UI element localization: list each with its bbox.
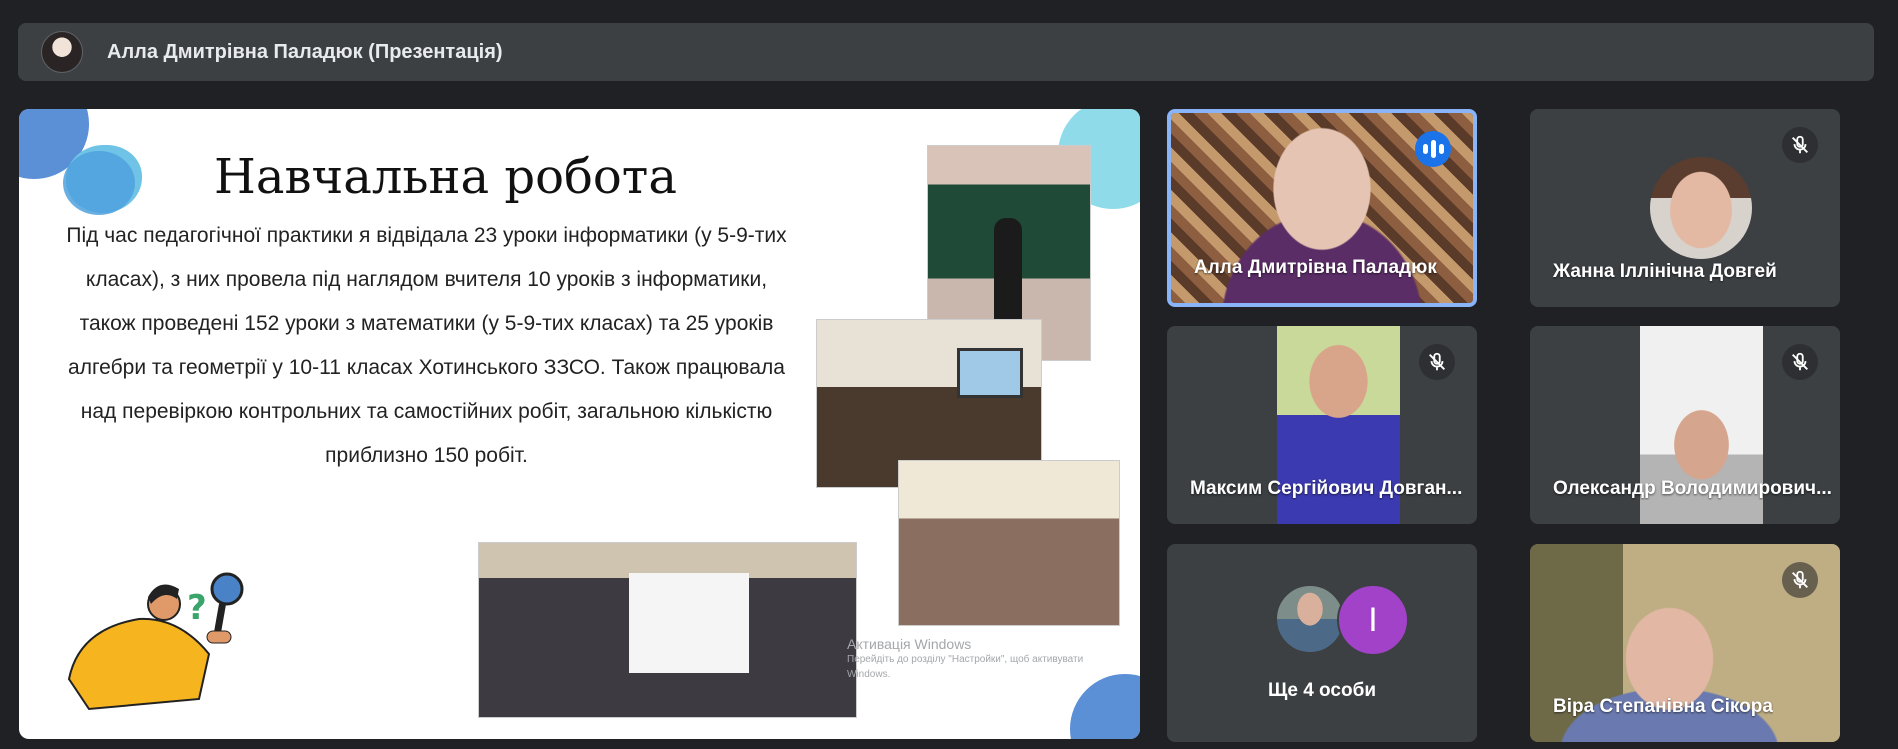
photo-students-raising-hands [898,460,1120,626]
presenter-avatar [41,31,83,73]
photo-class-hands-up [478,542,857,718]
presentation-slide: Навчальна робота Під час педагогічної пр… [19,109,1140,739]
mic-off-icon [1782,344,1818,380]
activation-subtitle: Перейдіть до розділу "Настройки", щоб ак… [847,654,1084,680]
windows-activation-watermark: Активація Windows Перейдіть до розділу "… [847,637,1097,682]
initial-avatar: I [1337,584,1409,656]
mic-off-icon [1782,562,1818,598]
activation-title: Активація Windows [847,636,972,652]
participant-name: Віра Степанівна Сікора [1553,696,1773,717]
participant-tile-oleksandr[interactable]: Олександр Володимирович... [1530,326,1840,524]
mic-off-icon [1419,344,1455,380]
participant-tile-vira[interactable]: Віра Степанівна Сікора [1530,544,1840,742]
presenter-title: Алла Дмитрівна Паладюк (Презентація) [107,40,503,63]
slide-body-text: Під час педагогічної практики я відвідал… [66,224,787,467]
participant-tile-zhanna[interactable]: Жанна Іллінічна Довгей [1530,109,1840,307]
participant-name: Олександр Володимирович... [1553,478,1832,499]
more-participants-label: Ще 4 особи [1268,680,1376,701]
participant-tile-maksym[interactable]: Максим Сергійович Довган... [1167,326,1477,524]
presenter-bar: Алла Дмитрівна Паладюк (Презентація) [18,23,1874,81]
participant-name: Максим Сергійович Довган... [1190,478,1463,499]
svg-text:?: ? [187,588,207,628]
participant-name: Алла Дмитрівна Паладюк [1194,257,1437,278]
participant-name: Жанна Іллінічна Довгей [1553,261,1777,282]
decor-circle-bottom-right [1070,674,1140,739]
decor-blob-inner [63,151,135,215]
participant-tile-alla[interactable]: Алла Дмитрівна Паладюк [1167,109,1477,307]
participant-avatar [1650,157,1752,259]
audio-level-icon [1415,131,1451,167]
slide-title: Навчальна робота [214,149,677,205]
mic-off-icon [1782,127,1818,163]
more-participants-tile[interactable]: I Ще 4 особи [1167,544,1477,742]
illustration-person-magnifier: ? [67,572,244,711]
participant-avatar [1275,584,1345,654]
